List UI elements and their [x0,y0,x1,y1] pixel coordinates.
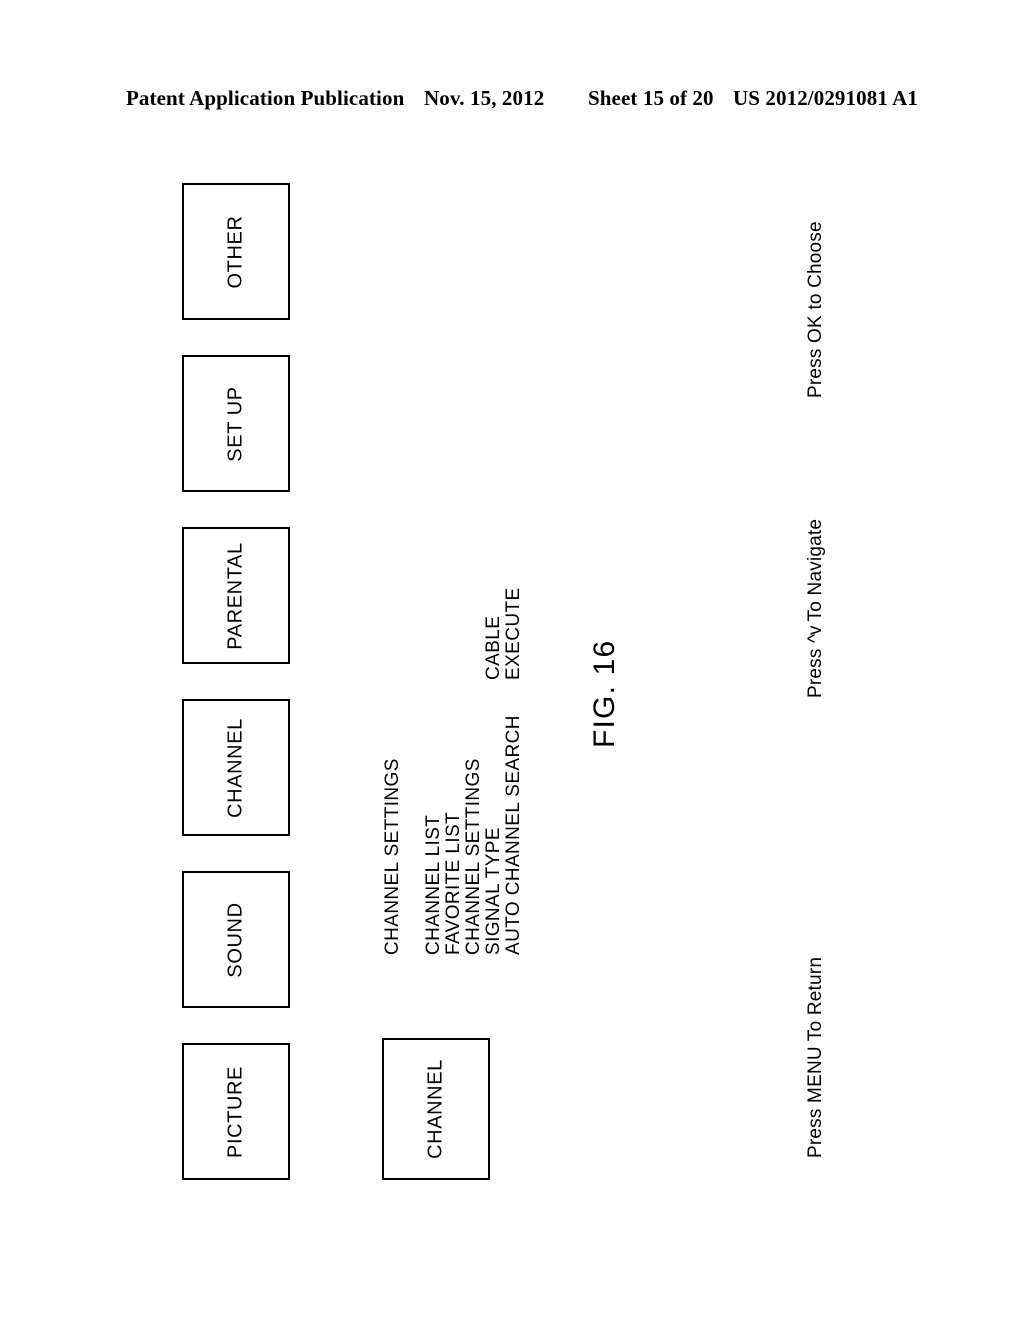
submenu-row-value-auto-channel-search[interactable]: EXECUTE [503,587,524,680]
hint-navigate-suffix: To Navigate [805,518,826,627]
menu-item-picture-label: PICTURE [224,1065,247,1158]
menu-item-other[interactable]: OTHER [182,183,290,320]
submenu-title: CHANNEL SETTINGS [382,758,403,955]
menu-item-sound-label: SOUND [224,901,247,978]
submenu-row-label-channel-list[interactable]: CHANNEL LIST [423,815,444,955]
menu-item-other-label: OTHER [224,215,247,288]
menu-item-sound[interactable]: SOUND [182,871,290,1008]
menu-item-picture[interactable]: PICTURE [182,1043,290,1180]
header-patent-number: US 2012/0291081 A1 [733,86,918,110]
header-sheet-number: Sheet 15 of 20 [588,86,714,110]
submenu-row-value-signal-type[interactable]: CABLE [483,616,504,680]
submenu-row-label-auto-channel-search[interactable]: AUTO CHANNEL SEARCH [503,715,524,955]
hint-navigate-prefix: Press [805,642,826,698]
selected-category-box[interactable]: CHANNEL [382,1038,490,1180]
patent-page: Patent Application Publication Nov. 15, … [0,0,1024,1320]
header-publication: Patent Application Publication [126,86,405,110]
submenu-row-label-channel-settings[interactable]: CHANNEL SETTINGS [463,758,484,955]
figure-caption: FIG. 16 [588,639,621,748]
up-down-arrow-icon: ^v [805,626,826,643]
hint-press-menu-to-return: Press MENU To Return [805,956,826,1158]
menu-item-parental[interactable]: PARENTAL [182,527,290,664]
menu-item-set-up[interactable]: SET UP [182,355,290,492]
selected-category-label: CHANNEL [424,1059,447,1159]
menu-item-set-up-label: SET UP [224,385,247,462]
hint-press-ok-to-choose: Press OK to Choose [805,221,826,398]
submenu-row-label-signal-type[interactable]: SIGNAL TYPE [483,827,504,955]
menu-item-channel[interactable]: CHANNEL [182,699,290,836]
hint-press-navigate: Press ^v To Navigate [805,519,827,698]
header-date: Nov. 15, 2012 [424,86,545,110]
page-header: Patent Application Publication Nov. 15, … [0,86,1024,116]
menu-item-parental-label: PARENTAL [224,541,247,650]
menu-item-channel-label: CHANNEL [224,717,247,818]
submenu-row-label-favorite-list[interactable]: FAVORITE LIST [443,812,464,955]
